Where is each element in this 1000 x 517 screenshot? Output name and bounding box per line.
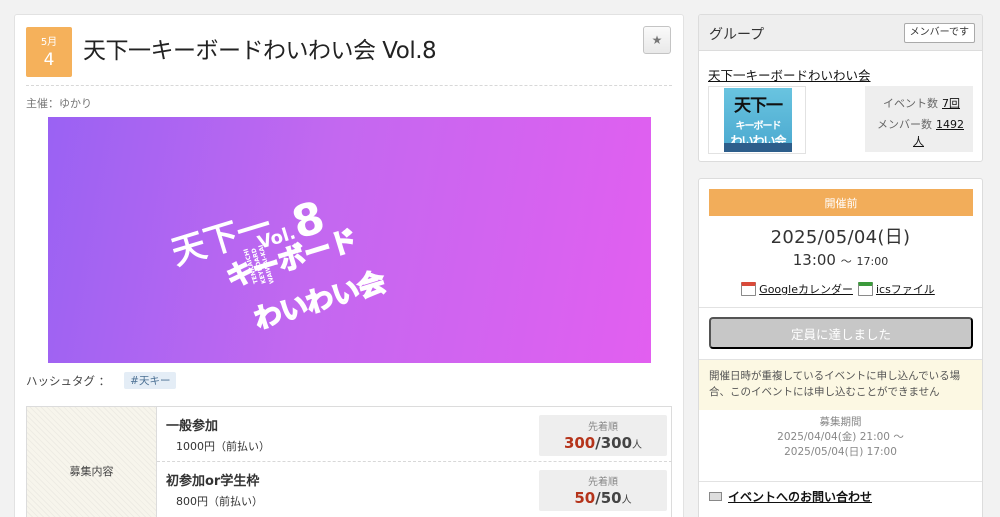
capacity-label: 先着順 [588, 477, 618, 488]
thumb-line1: 天下一 [734, 96, 783, 116]
title-divider [26, 85, 672, 86]
capacity-total: /50 [595, 489, 622, 507]
thumb-stripe [724, 143, 792, 152]
capacity-full-button[interactable]: 定員に達しました [709, 317, 973, 349]
period-start: 2025/04/04(金) 21:00 ～ [777, 431, 904, 443]
event-title: 天下一キーボードわいわい会 Vol.8 [83, 38, 437, 64]
hashtag-row: ハッシュタグ ： #天キー [26, 372, 177, 389]
calendar-download-icon [857, 282, 873, 296]
event-main-card: 5月 4 天下一キーボードわいわい会 Vol.8 ★ 主催：ゆかり 8 Vol.… [14, 14, 684, 517]
ticket-price: 1000円（前払い） [176, 440, 270, 453]
member-count: メンバー数 1492 [877, 116, 964, 132]
calendar-add-icon [741, 282, 757, 296]
contact-link[interactable]: イベントへのお問い合わせ [728, 488, 872, 505]
recruit-period: 募集期間 2025/04/04(金) 21:00 ～ 2025/05/04(日)… [699, 415, 982, 460]
member-button[interactable]: メンバーです [903, 23, 975, 43]
duplicate-warning: 開催日時が重複しているイベントに申し込んでいる場合、このイベントには申し込むこと… [699, 360, 982, 410]
hashtag-chip[interactable]: #天キー [124, 372, 177, 389]
capacity-box: 先着順 50/50人 [539, 470, 667, 511]
capacity-unit: 人 [632, 440, 643, 451]
ticket-row: 初参加or学生枠 800円（前払い） 先着順 50/50人 [157, 462, 672, 517]
ics-file-link[interactable]: icsファイル [876, 281, 935, 297]
member-count-label: メンバー数 [877, 118, 932, 131]
capacity-current: 300 [563, 434, 596, 452]
hashtag-label: ハッシュタグ ： [26, 373, 111, 388]
ticket-price: 800円（前払い） [176, 495, 263, 508]
event-time: 13:00 ～ 17:00 [699, 251, 982, 269]
calendar-links: Googleカレンダー icsファイル [699, 281, 982, 297]
date-badge: 5月 4 [26, 27, 72, 77]
capacity-total: /300 [595, 434, 633, 452]
event-count-label: イベント数 [883, 97, 938, 110]
event-banner-image: 8 Vol. 天下一 キーボード わいわい会 TENKAICHI KEYBOAR… [48, 117, 651, 363]
event-count: イベント数 7回 [883, 95, 960, 111]
bookmark-button[interactable]: ★ [643, 26, 671, 54]
event-count-link[interactable]: 7回 [942, 97, 960, 110]
group-header-title: グループ [709, 27, 765, 43]
group-header: グループ メンバーです [699, 15, 982, 51]
capacity-value: 300/300人 [539, 434, 667, 452]
group-thumbnail[interactable]: 天下一 キーボード わいわい会 [708, 86, 806, 154]
time-start: 13:00 [792, 251, 836, 269]
capacity-label: 先着順 [588, 422, 618, 433]
group-logo-image: 天下一 キーボード わいわい会 [724, 88, 792, 152]
organizer: 主催：ゆかり [26, 97, 92, 110]
recruit-label: 募集内容 [27, 407, 157, 517]
date-badge-month: 5月 [40, 37, 58, 48]
time-separator: ～ [840, 255, 852, 268]
period-label: 募集期間 [819, 416, 862, 428]
thumb-line2: キーボード [735, 121, 782, 132]
capacity-unit: 人 [621, 495, 632, 506]
time-end: 17:00 [856, 255, 889, 268]
status-badge: 開催前 [709, 189, 973, 216]
period-end: 2025/05/04(日) 17:00 [784, 446, 897, 458]
capacity-box: 先着順 300/300人 [539, 415, 667, 456]
group-name-link[interactable]: 天下一キーボードわいわい会 [708, 65, 871, 84]
member-count-unit[interactable]: 人 [913, 133, 924, 149]
event-info-card: 開催前 2025/05/04(日) 13:00 ～ 17:00 Googleカレ… [698, 178, 983, 517]
mail-icon [709, 492, 722, 501]
divider [699, 307, 982, 308]
member-count-link[interactable]: 1492 [936, 118, 964, 131]
capacity-value: 50/50人 [539, 489, 667, 507]
group-stats: イベント数 7回 メンバー数 1492 人 [865, 86, 973, 152]
ticket-row: 一般参加 1000円（前払い） 先着順 300/300人 [157, 407, 672, 462]
recruit-table: 募集内容 一般参加 1000円（前払い） 先着順 300/300人 初参加or学… [26, 406, 672, 517]
divider [699, 481, 982, 482]
ticket-name: 一般参加 [166, 419, 219, 434]
star-icon: ★ [651, 33, 663, 47]
ticket-name: 初参加or学生枠 [166, 474, 260, 489]
event-date: 2025/05/04(日) [770, 227, 911, 248]
group-card: グループ メンバーです 天下一キーボードわいわい会 天下一 キーボード わいわい… [698, 14, 983, 162]
google-calendar-link[interactable]: Googleカレンダー [759, 281, 853, 297]
date-badge-day: 4 [43, 50, 55, 70]
capacity-current: 50 [574, 489, 596, 507]
contact-row: イベントへのお問い合わせ [709, 488, 872, 505]
banner-logo: 8 Vol. 天下一 キーボード わいわい会 TENKAICHI KEYBOAR… [167, 192, 390, 337]
